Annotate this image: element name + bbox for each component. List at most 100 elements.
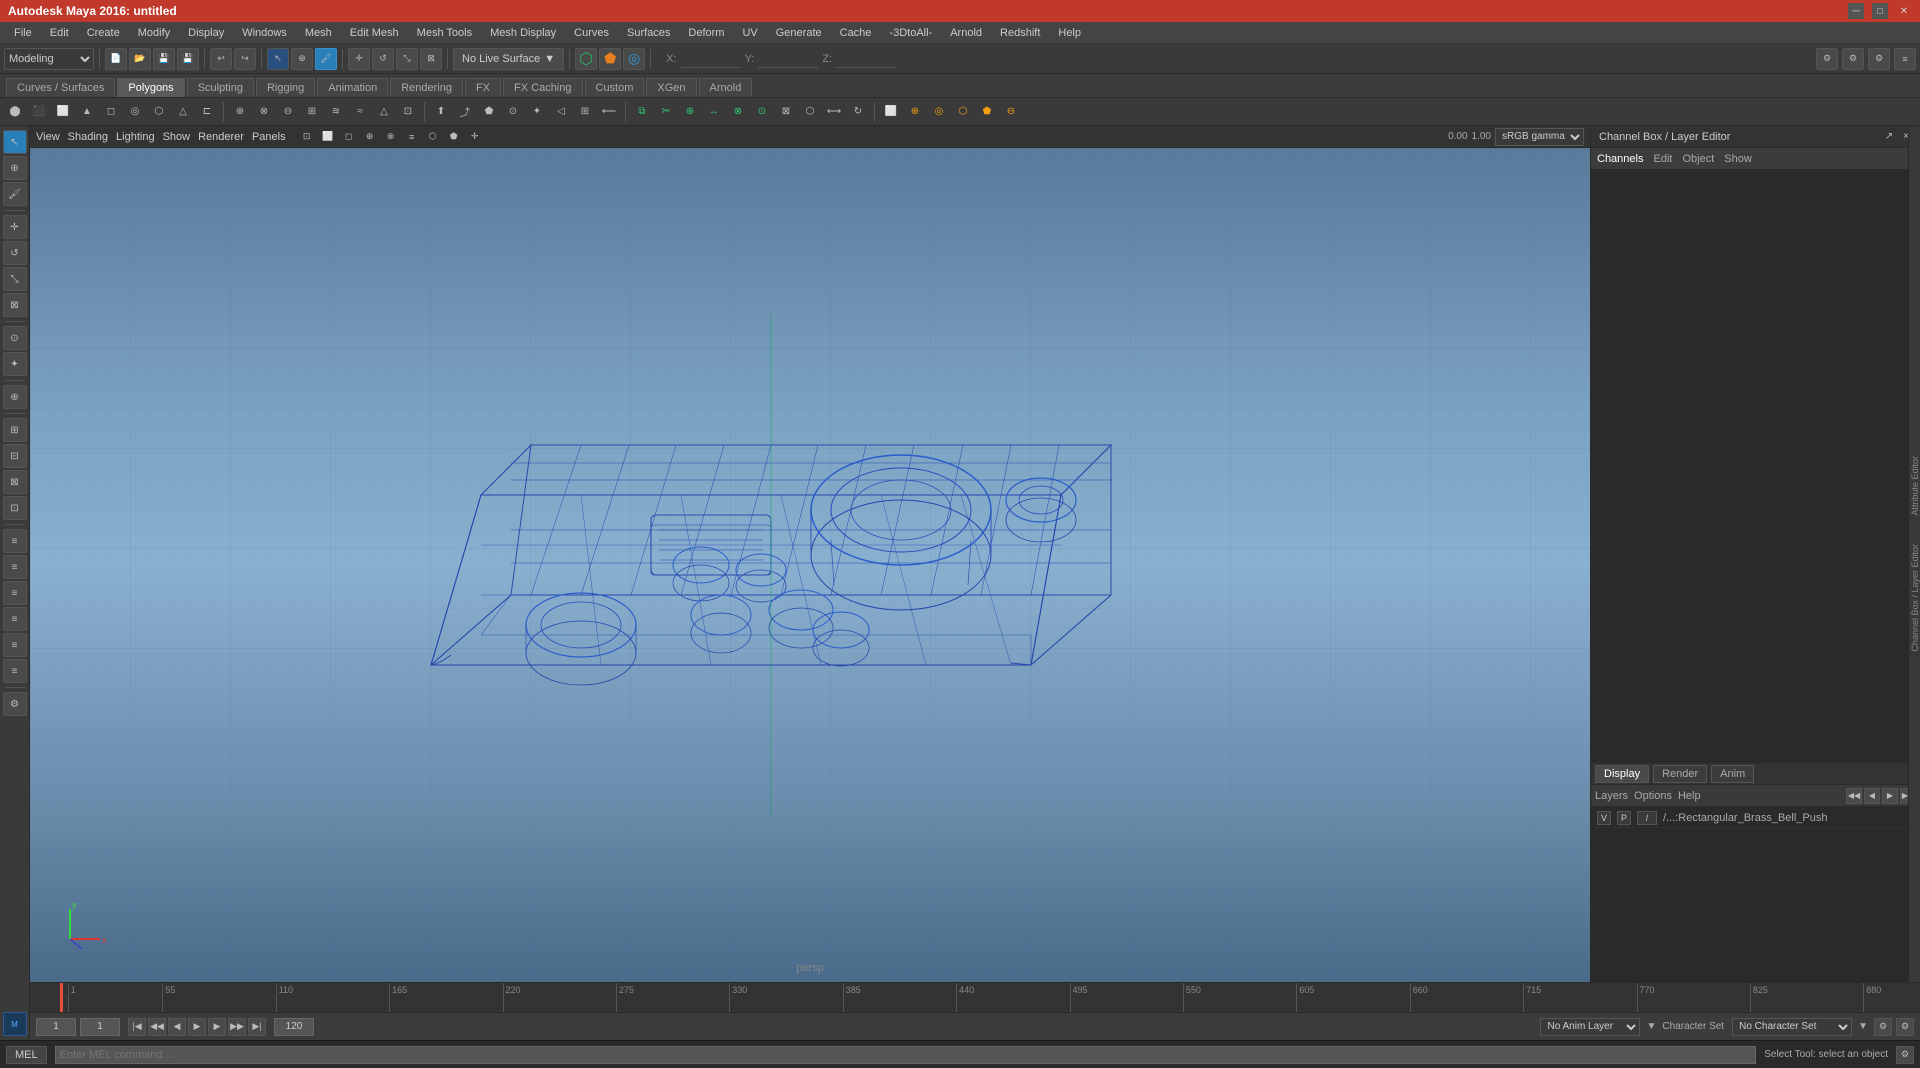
step-back-btn[interactable]: ◀◀	[148, 1018, 166, 1036]
open-btn[interactable]: 📂	[129, 48, 151, 70]
step-forward-btn[interactable]: ▶▶	[228, 1018, 246, 1036]
vp-icon3[interactable]: ◻	[340, 128, 358, 146]
settings-btn4[interactable]: ≡	[1894, 48, 1916, 70]
menu-arnold[interactable]: Arnold	[942, 25, 990, 41]
menu-create[interactable]: Create	[79, 25, 128, 41]
menu-curves[interactable]: Curves	[566, 25, 617, 41]
go-to-end-btn[interactable]: ▶|	[248, 1018, 266, 1036]
select-tool-icon-btn[interactable]: ⬜	[880, 101, 902, 123]
wedge-icon-btn[interactable]: ◁	[550, 101, 572, 123]
menu-uv[interactable]: UV	[734, 25, 765, 41]
render2-btn[interactable]: ⬟	[599, 48, 621, 70]
next-frame-btn[interactable]: ▶	[208, 1018, 226, 1036]
scroll-next-btn[interactable]: ▶	[1882, 788, 1898, 804]
save-btn[interactable]: 💾	[153, 48, 175, 70]
render3-btn[interactable]: ◎	[623, 48, 645, 70]
vp-icon9[interactable]: ✛	[466, 128, 484, 146]
merge-icon-btn[interactable]: ⊠	[775, 101, 797, 123]
scroll-left-btn[interactable]: ◀◀	[1846, 788, 1862, 804]
layers-tab[interactable]: Layers	[1595, 790, 1628, 802]
snap-surface-btn[interactable]: ⊡	[3, 496, 27, 520]
soft-mod-btn[interactable]: ⊙	[3, 326, 27, 350]
viewport-show-menu[interactable]: Show	[163, 131, 191, 143]
extra-btn[interactable]: ⚙	[3, 692, 27, 716]
y-input[interactable]	[758, 50, 818, 68]
shrink-icon-btn[interactable]: ⬟	[976, 101, 998, 123]
tab-xgen[interactable]: XGen	[646, 78, 696, 97]
play-btn[interactable]: ▶	[188, 1018, 206, 1036]
settings-icon-btn[interactable]: ⚙	[1874, 1018, 1892, 1036]
layer-playback-btn[interactable]: P	[1617, 811, 1631, 825]
viewport-lighting-menu[interactable]: Lighting	[116, 131, 155, 143]
flip-icon-btn[interactable]: ⟷	[823, 101, 845, 123]
menu-display[interactable]: Display	[180, 25, 232, 41]
connect2-icon-btn[interactable]: ⊕	[679, 101, 701, 123]
menu-mesh-display[interactable]: Mesh Display	[482, 25, 564, 41]
rotate-tool-btn[interactable]: ↺	[3, 241, 27, 265]
display-quality-btn1[interactable]: ≡	[3, 529, 27, 553]
paint-btn[interactable]: 🖌	[315, 48, 337, 70]
scale-btn[interactable]: ⤡	[396, 48, 418, 70]
paint-select-btn[interactable]: 🖌	[3, 182, 27, 206]
prism-icon-btn[interactable]: ⬡	[148, 101, 170, 123]
snap-point-btn[interactable]: ⊠	[3, 470, 27, 494]
layer-type-btn[interactable]: /	[1637, 811, 1657, 825]
display-quality-btn5[interactable]: ≡	[3, 633, 27, 657]
cylinder-icon-btn[interactable]: ⬜	[52, 101, 74, 123]
settings-btn1[interactable]: ⚙	[1816, 48, 1838, 70]
bridge-icon-btn[interactable]: ⤴	[454, 101, 476, 123]
tab-fx[interactable]: FX	[465, 78, 501, 97]
menu-redshift[interactable]: Redshift	[992, 25, 1048, 41]
pipe-icon-btn[interactable]: ⊏	[196, 101, 218, 123]
x-input[interactable]	[681, 50, 741, 68]
timeline-ruler[interactable]: 1 55 110 165 220 275 330 385 440 495 550…	[30, 983, 1920, 1012]
poke-icon-btn[interactable]: ✦	[526, 101, 548, 123]
cone-icon-btn[interactable]: ▲	[76, 101, 98, 123]
go-to-start-btn[interactable]: |◀	[128, 1018, 146, 1036]
rotate-btn[interactable]: ↺	[372, 48, 394, 70]
menu-cache[interactable]: Cache	[832, 25, 880, 41]
display-tab[interactable]: Display	[1595, 765, 1649, 783]
select-btn[interactable]: ↖	[267, 48, 289, 70]
scale-tool-btn[interactable]: ⤡	[3, 267, 27, 291]
vp-icon7[interactable]: ⬡	[424, 128, 442, 146]
pyramid-icon-btn[interactable]: △	[172, 101, 194, 123]
character-set-select[interactable]: No Character Set	[1732, 1018, 1852, 1036]
anim-tab[interactable]: Anim	[1711, 765, 1754, 783]
close-button[interactable]: ✕	[1896, 3, 1912, 19]
channels-tab[interactable]: Channels	[1597, 153, 1643, 165]
select-tool-btn[interactable]: ↖	[3, 130, 27, 154]
maximize-button[interactable]: □	[1872, 3, 1888, 19]
transform-btn[interactable]: ⊠	[420, 48, 442, 70]
vp-icon6[interactable]: ≡	[403, 128, 421, 146]
viewport-panels-menu[interactable]: Panels	[252, 131, 286, 143]
layer-visibility-btn[interactable]: V	[1597, 811, 1611, 825]
menu-generate[interactable]: Generate	[768, 25, 830, 41]
fill-hole-icon-btn[interactable]: ⊙	[502, 101, 524, 123]
tab-custom[interactable]: Custom	[585, 78, 645, 97]
grow-icon-btn[interactable]: ⬡	[952, 101, 974, 123]
sculpt-btn[interactable]: ✦	[3, 352, 27, 376]
extra-settings-btn[interactable]: ⚙	[1896, 1018, 1914, 1036]
menu-deform[interactable]: Deform	[680, 25, 732, 41]
duplicate-icon-btn[interactable]: ⊞	[574, 101, 596, 123]
snap-grid-btn[interactable]: ⊞	[3, 418, 27, 442]
current-frame-input[interactable]	[80, 1018, 120, 1036]
separate-icon-btn[interactable]: ⊗	[253, 101, 275, 123]
loop-icon-btn[interactable]: ⊕	[904, 101, 926, 123]
start-frame-input[interactable]	[36, 1018, 76, 1036]
menu-3dto[interactable]: -3DtoAll-	[881, 25, 940, 41]
smooth-icon-btn[interactable]: ≋	[325, 101, 347, 123]
settings-btn2[interactable]: ⚙	[1842, 48, 1864, 70]
no-live-surface-btn[interactable]: No Live Surface ▼	[453, 48, 564, 70]
sphere-icon-btn[interactable]: ⬤	[4, 101, 26, 123]
transform-tool-btn[interactable]: ⊠	[3, 293, 27, 317]
vp-icon2[interactable]: ⬜	[319, 128, 337, 146]
menu-edit[interactable]: Edit	[42, 25, 77, 41]
vp-icon8[interactable]: ⬟	[445, 128, 463, 146]
viewport-canvas[interactable]: persp x y	[30, 148, 1590, 982]
channel-box-expand-btn[interactable]: ↗	[1882, 130, 1896, 143]
torus-icon-btn[interactable]: ◎	[124, 101, 146, 123]
snap-curve-btn[interactable]: ⊟	[3, 444, 27, 468]
minimize-button[interactable]: ─	[1848, 3, 1864, 19]
